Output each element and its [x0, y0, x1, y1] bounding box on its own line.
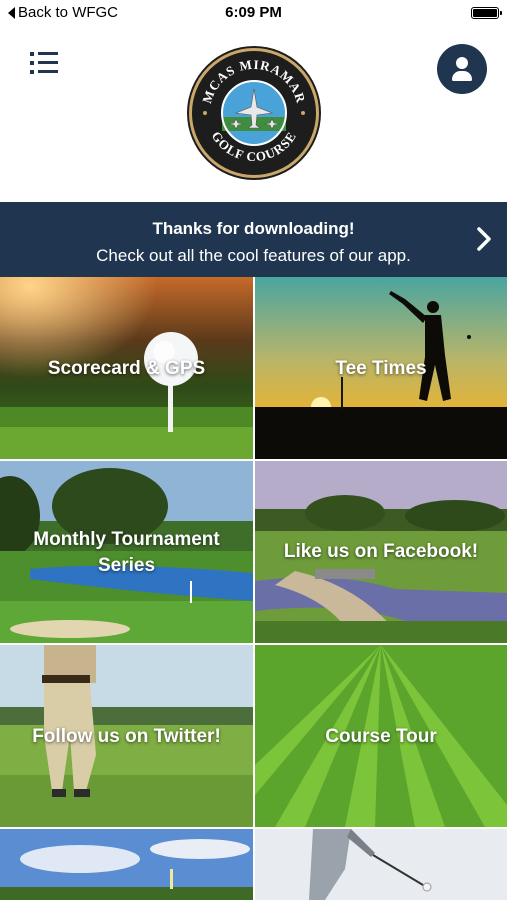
- status-time: 6:09 PM: [225, 4, 282, 21]
- app-header: MCAS MIRAMAR GOLF COURSE: [0, 28, 507, 202]
- hamburger-menu-icon[interactable]: [30, 50, 60, 76]
- sky-flag-image: [0, 829, 253, 900]
- status-bar: Back to WFGC 6:09 PM: [0, 0, 507, 28]
- course-logo: MCAS MIRAMAR GOLF COURSE: [189, 48, 319, 178]
- tile-scorecard-gps[interactable]: Scorecard & GPS: [0, 277, 253, 459]
- tile-label: Tee Times: [335, 358, 427, 379]
- tile-course-tour[interactable]: Course Tour: [255, 645, 507, 827]
- feature-tiles-grid: Scorecard & GPS Tee Times Monthly Tourna…: [0, 277, 507, 900]
- golfer-swing-image: [255, 829, 507, 900]
- banner-title: Thanks for downloading!: [152, 219, 355, 238]
- welcome-banner[interactable]: Thanks for downloading! Check out all th…: [0, 202, 507, 277]
- tile-partial-1[interactable]: [0, 829, 253, 900]
- tile-facebook[interactable]: Like us on Facebook!: [255, 461, 507, 643]
- user-profile-icon[interactable]: [437, 44, 487, 94]
- battery-icon: [471, 7, 502, 19]
- tile-label: Follow us on Twitter!: [32, 726, 221, 747]
- tile-label: Scorecard & GPS: [47, 358, 206, 379]
- chevron-right-icon: [477, 227, 491, 251]
- tile-monthly-tournament-series[interactable]: Monthly Tournament Series: [0, 461, 253, 643]
- tile-label: Course Tour: [325, 726, 437, 747]
- tile-twitter[interactable]: Follow us on Twitter!: [0, 645, 253, 827]
- tile-partial-2[interactable]: [255, 829, 507, 900]
- tile-tee-times[interactable]: Tee Times: [255, 277, 507, 459]
- banner-subtitle: Check out all the cool features of our a…: [96, 246, 411, 265]
- tile-label: Monthly Tournament Series: [33, 529, 220, 576]
- tile-label: Like us on Facebook!: [283, 541, 479, 562]
